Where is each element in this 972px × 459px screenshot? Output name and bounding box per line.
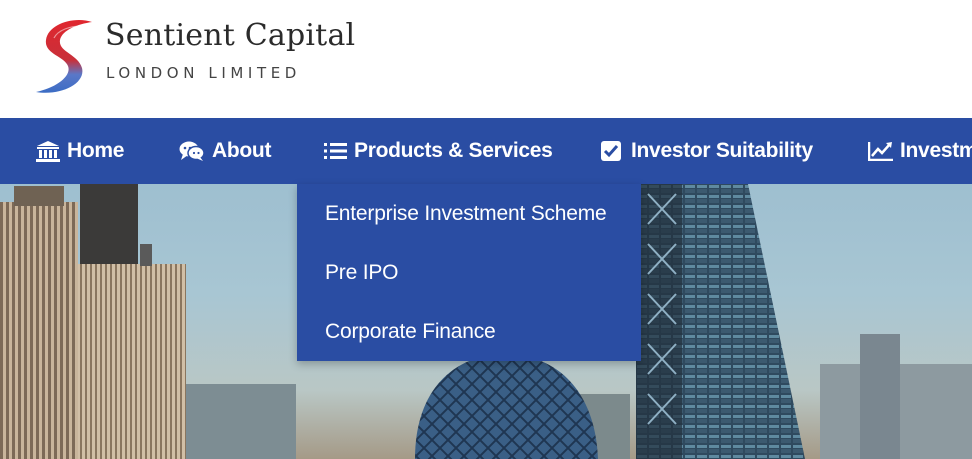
dropdown-item-corporate-finance[interactable]: Corporate Finance (325, 320, 496, 344)
logo-s-icon[interactable] (34, 18, 96, 96)
nav-label-about: About (212, 139, 272, 162)
nav-label-investor-suitability: Investor Suitability (631, 139, 813, 162)
nav-item-investments[interactable]: Investm (868, 118, 972, 184)
dropdown-item-enterprise-investment-scheme[interactable]: Enterprise Investment Scheme (325, 202, 607, 226)
line-chart-icon (868, 142, 893, 161)
products-services-dropdown: Enterprise Investment Scheme Pre IPO Cor… (297, 184, 641, 361)
nav-label-investments: Investm (900, 139, 972, 162)
check-square-icon (601, 141, 621, 161)
nav-item-investor-suitability[interactable]: Investor Suitability (600, 118, 813, 184)
nav-label-home: Home (67, 139, 125, 162)
nav-item-home[interactable]: Home (36, 118, 124, 184)
nav-item-about[interactable]: About (179, 118, 271, 184)
comments-icon (179, 141, 205, 161)
brand-name: Sentient Capital (105, 18, 356, 53)
dropdown-item-pre-ipo[interactable]: Pre IPO (325, 261, 398, 285)
main-nav: Home About Products & Services Investor … (0, 118, 972, 184)
list-icon (324, 143, 347, 159)
nav-label-products-services: Products & Services (354, 139, 553, 162)
brand-subtitle: LONDON LIMITED (106, 64, 301, 82)
nav-item-products-services[interactable]: Products & Services (324, 118, 553, 184)
bank-icon (36, 141, 60, 162)
site-header: Sentient Capital LONDON LIMITED (0, 0, 972, 118)
